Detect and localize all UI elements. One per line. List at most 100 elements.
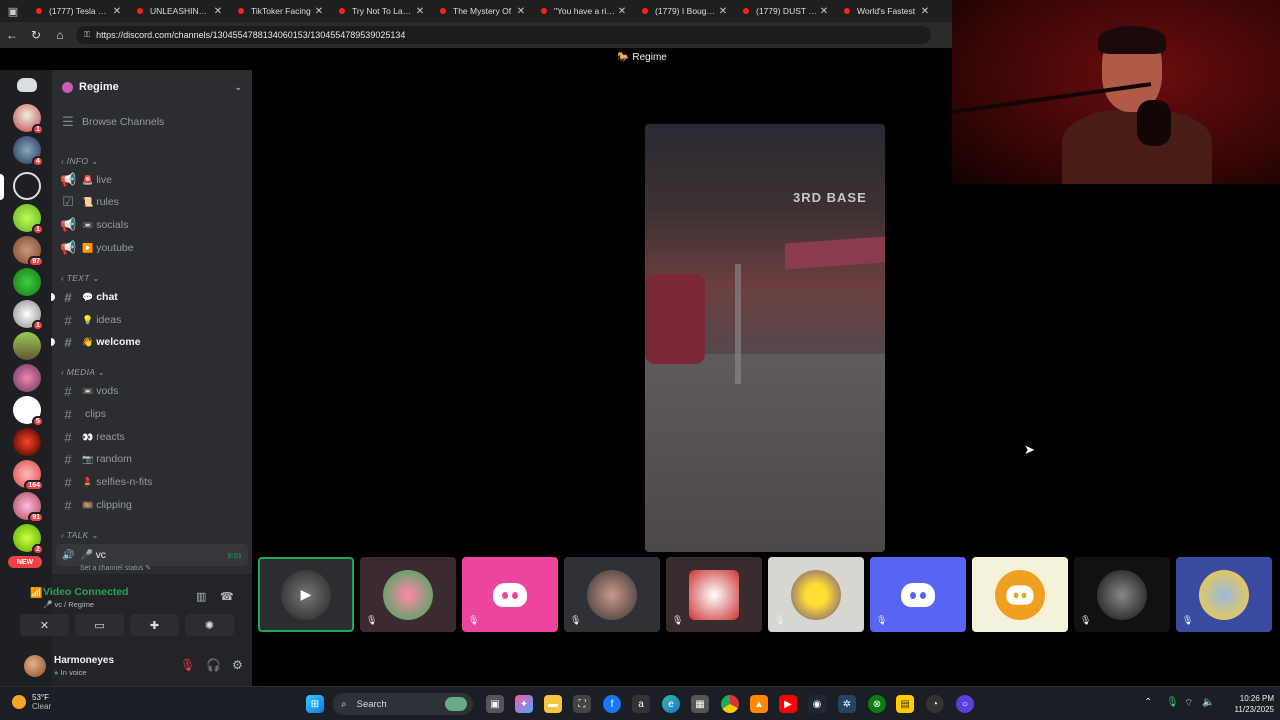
back-arrow-icon[interactable]: ← (0, 22, 24, 48)
mic-muted-icon[interactable]: 🎙 (180, 658, 195, 672)
camera-off-button[interactable]: ✕ (20, 614, 69, 636)
app-icon[interactable]: ✲ (838, 695, 856, 713)
noise-suppression-icon[interactable]: ▥ (196, 590, 206, 603)
youtube-icon[interactable]: ▶ (779, 695, 797, 713)
server-icon[interactable]: 1 (13, 104, 44, 135)
file-explorer-icon[interactable]: ▬ (544, 695, 562, 713)
channel-chat[interactable]: # 💬 chat (51, 287, 246, 307)
home-icon[interactable]: ⌂ (48, 22, 72, 48)
server-icon[interactable]: 5 (13, 396, 44, 427)
channel-live[interactable]: 📢 🚨 live (60, 170, 246, 190)
vlc-icon[interactable]: ▲ (750, 695, 768, 713)
close-tab-icon[interactable]: ✕ (616, 6, 628, 17)
participant-tile[interactable]: ▶ (258, 557, 354, 632)
sticky-notes-icon[interactable]: ▤ (896, 695, 914, 713)
category-info[interactable]: ‹ INFO ⌄ (61, 156, 98, 167)
steam-icon[interactable]: ◉ (808, 695, 826, 713)
server-icon[interactable] (13, 332, 41, 360)
reload-icon[interactable]: ↻ (24, 22, 48, 48)
close-tab-icon[interactable]: ✕ (414, 6, 426, 17)
channel-reacts[interactable]: # 👀 reacts (60, 427, 246, 447)
start-button-icon[interactable]: ⊞ (306, 695, 324, 713)
guild-header[interactable]: Regime ⌄ (52, 70, 252, 104)
edge-browser-icon[interactable]: e (662, 695, 680, 713)
facebook-icon[interactable]: f (603, 695, 621, 713)
category-text[interactable]: ‹ TEXT ⌄ (61, 273, 100, 284)
server-icon[interactable]: 4 (13, 136, 44, 167)
browser-tab[interactable]: The Mystery Of ✕ (430, 0, 531, 22)
headphones-icon[interactable]: 🎧 (206, 658, 221, 672)
disconnect-icon[interactable]: ☎ (220, 590, 234, 603)
browser-tab[interactable]: UNLEASHING our✕ (127, 0, 228, 22)
browser-tab[interactable]: TikToker Facing ✕ (228, 0, 329, 22)
participant-tile[interactable]: 🎙 (1176, 557, 1272, 632)
new-unreads-pill[interactable]: NEW (8, 556, 42, 568)
calculator-icon[interactable]: ▦ (691, 695, 709, 713)
server-icon[interactable]: 2 (13, 524, 44, 555)
gear-icon[interactable]: ⚙ (232, 658, 243, 672)
xbox-icon[interactable]: ⊗ (868, 695, 886, 713)
voice-channel-vc[interactable]: 🔊 🎤 vc 9:01 (56, 544, 248, 566)
weather-widget[interactable]: 53°F Clear (12, 693, 51, 711)
browse-channels[interactable]: ☰ Browse Channels (60, 112, 246, 132)
channel-clipping[interactable]: # 🎞️ clipping (60, 495, 246, 515)
server-icon[interactable] (13, 364, 41, 392)
participant-tile[interactable]: 🎙 (870, 557, 966, 632)
close-tab-icon[interactable]: ✕ (515, 6, 527, 17)
server-icon-regime[interactable] (13, 172, 41, 200)
avatar[interactable] (24, 655, 46, 677)
microsoft-store-icon[interactable]: ⛶ (573, 695, 591, 713)
microphone-icon[interactable]: 🎙 (1166, 697, 1179, 708)
participant-tile[interactable]: 🎙 (666, 557, 762, 632)
participant-tile[interactable]: 🎙 (768, 557, 864, 632)
task-view-icon[interactable]: ▣ (486, 695, 504, 713)
channel-vods[interactable]: # 📼 vods (60, 381, 246, 401)
browser-tab[interactable]: (1779) I Bought a ✕ (632, 0, 733, 22)
close-tab-icon[interactable]: ✕ (919, 6, 931, 17)
channel-selfies-n-fits[interactable]: # 💄 selfies-n-fits (60, 472, 246, 492)
server-icon[interactable] (13, 268, 41, 296)
server-icon[interactable] (13, 428, 41, 456)
wifi-icon[interactable]: ⌔ (1184, 697, 1193, 710)
copilot-icon[interactable]: ✦ (515, 695, 533, 713)
volume-icon[interactable]: 🔈 (1202, 697, 1214, 708)
channel-rules[interactable]: ☑ 📜 rules (60, 192, 246, 212)
participant-tile[interactable]: 🎙 (564, 557, 660, 632)
category-talk[interactable]: ‹ TALK ⌄ (61, 530, 99, 541)
participant-tile[interactable]: 🎙 (972, 557, 1068, 632)
channel-socials[interactable]: 📢 📼 socials (60, 215, 246, 235)
voice-connection-subtitle[interactable]: 🎤 vc / Regime (43, 600, 94, 609)
browser-tab[interactable]: World's Fastest ✕ (834, 0, 935, 22)
address-bar[interactable]: ⚿ https://discord.com/channels/130455478… (76, 26, 931, 44)
participant-tile[interactable]: 🎙 (360, 557, 456, 632)
activities-button[interactable]: ✚ (130, 614, 179, 636)
server-icon[interactable]: 1 (13, 300, 44, 331)
channel-random[interactable]: # 📷 random (60, 449, 246, 469)
participant-tile[interactable]: 🎙 (1074, 557, 1170, 632)
site-info-icon[interactable]: ⚿ (84, 30, 90, 40)
close-tab-icon[interactable]: ✕ (818, 6, 830, 17)
server-icon[interactable]: 1 (13, 204, 44, 235)
obs-icon[interactable]: ◔ (926, 695, 944, 713)
channel-ideas[interactable]: # 💡 ideas (60, 310, 246, 330)
tray-overflow-icon[interactable]: ⌃ (1144, 697, 1152, 708)
channel-youtube[interactable]: 📢 ▶️ youtube (60, 238, 246, 258)
participant-tile[interactable]: 🎙 (462, 557, 558, 632)
close-tab-icon[interactable]: ✕ (717, 6, 729, 17)
screen-share-button[interactable]: ▭ (75, 614, 124, 636)
taskbar-clock[interactable]: 10:26 PM 11/23/2025 (1222, 693, 1274, 715)
close-tab-icon[interactable]: ✕ (212, 6, 224, 17)
browser-tab[interactable]: "You have a right ✕ (531, 0, 632, 22)
chrome-icon[interactable] (721, 695, 739, 713)
server-icon[interactable]: 91 (13, 492, 44, 523)
amazon-icon[interactable]: a (632, 695, 650, 713)
soundboard-button[interactable]: ✺ (185, 614, 234, 636)
channel-clips[interactable]: # clips (60, 404, 246, 424)
discord-home-icon[interactable] (17, 78, 37, 92)
taskbar-search[interactable]: ⌕ Search (333, 693, 473, 715)
app-icon[interactable]: ○ (956, 695, 974, 713)
browser-tab[interactable]: Try Not To Laugh ✕ (329, 0, 430, 22)
close-tab-icon[interactable]: ✕ (313, 6, 325, 17)
channel-welcome[interactable]: # 👋 welcome (51, 332, 246, 352)
channel-status-prompt[interactable]: Set a channel status ✎ (80, 564, 151, 572)
